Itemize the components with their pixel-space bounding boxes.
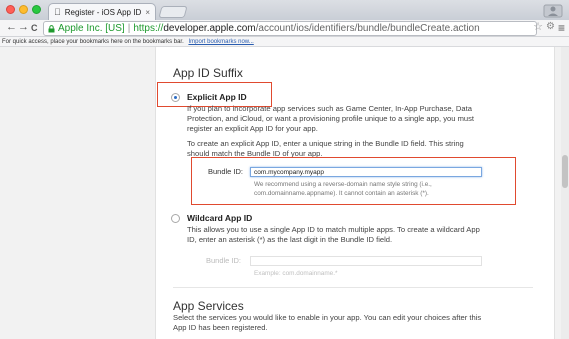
extension-icon[interactable]: ⚙	[546, 21, 555, 32]
wildcard-description: This allows you to use a single App ID t…	[187, 225, 480, 244]
explicit-app-id-title: Explicit App ID	[187, 92, 247, 102]
new-tab-button[interactable]	[158, 6, 188, 18]
wildcard-example: Example: com.domainname.*	[254, 270, 338, 277]
app-services-heading: App Services	[173, 299, 244, 313]
app-id-suffix-heading: App ID Suffix	[173, 66, 243, 80]
minimize-window-button[interactable]	[19, 5, 28, 14]
explicit-description: If you plan to incorporate app services …	[187, 104, 475, 133]
reload-icon[interactable]: C	[31, 23, 38, 33]
user-profile-icon[interactable]	[543, 2, 563, 18]
main-content: App ID Suffix Explicit App ID If you pla…	[155, 47, 555, 339]
bookmarks-message: For quick access, place your bookmarks h…	[2, 39, 184, 45]
close-window-button[interactable]	[6, 5, 15, 14]
browser-tab[interactable]:  Register - iOS App IDs - A ×	[48, 3, 156, 20]
forward-arrow-icon[interactable]: →	[18, 21, 29, 33]
bookmark-star-icon[interactable]: ☆	[533, 20, 543, 33]
bookmarks-bar: For quick access, place your bookmarks h…	[0, 37, 569, 47]
app-services-description: Select the services you would like to en…	[173, 313, 482, 332]
page-scrollbar[interactable]	[561, 47, 569, 339]
section-divider	[173, 287, 533, 288]
address-bar[interactable]: Apple Inc. [US] | https:// developer.app…	[43, 21, 537, 36]
wildcard-bundle-id-label: Bundle ID:	[206, 256, 242, 265]
wildcard-app-id-title: Wildcard App ID	[187, 213, 253, 223]
zoom-window-button[interactable]	[32, 5, 41, 14]
tab-strip:  Register - iOS App IDs - A ×	[0, 0, 569, 20]
window-controls	[6, 5, 41, 14]
url-host: developer.apple.com	[163, 23, 256, 34]
wildcard-app-id-radio[interactable]	[171, 214, 180, 223]
ssl-indicator[interactable]: Apple Inc. [US]	[48, 23, 125, 34]
page-background: App ID Suffix Explicit App ID If you pla…	[0, 47, 569, 339]
wildcard-bundle-id-input[interactable]	[250, 256, 482, 266]
browser-toolbar: ← → C Apple Inc. [US] | https:// develop…	[0, 20, 569, 37]
url-scheme: https://	[133, 23, 164, 34]
explicit-app-id-radio[interactable]	[171, 93, 180, 102]
explicit-instructions: To create an explicit App ID, enter a un…	[187, 139, 464, 158]
tab-close-icon[interactable]: ×	[145, 8, 150, 17]
explicit-bundle-id-input[interactable]: com.mycompany.myapp	[250, 167, 482, 177]
bundle-id-label: Bundle ID:	[208, 167, 244, 176]
tab-title: Register - iOS App IDs - A	[58, 7, 142, 17]
menu-icon[interactable]: ≡	[558, 21, 565, 35]
scrollbar-thumb[interactable]	[562, 155, 568, 188]
ssl-owner: Apple Inc. [US]	[58, 23, 125, 34]
apple-favicon-icon: 	[54, 7, 61, 17]
import-bookmarks-link[interactable]: Import bookmarks now...	[188, 39, 253, 45]
url-path: /account/ios/identifiers/bundle/bundleCr…	[255, 23, 480, 34]
lock-icon	[48, 24, 55, 32]
back-arrow-icon[interactable]: ←	[6, 21, 17, 33]
bundle-id-hint: We recommend using a reverse-domain name…	[254, 181, 432, 197]
